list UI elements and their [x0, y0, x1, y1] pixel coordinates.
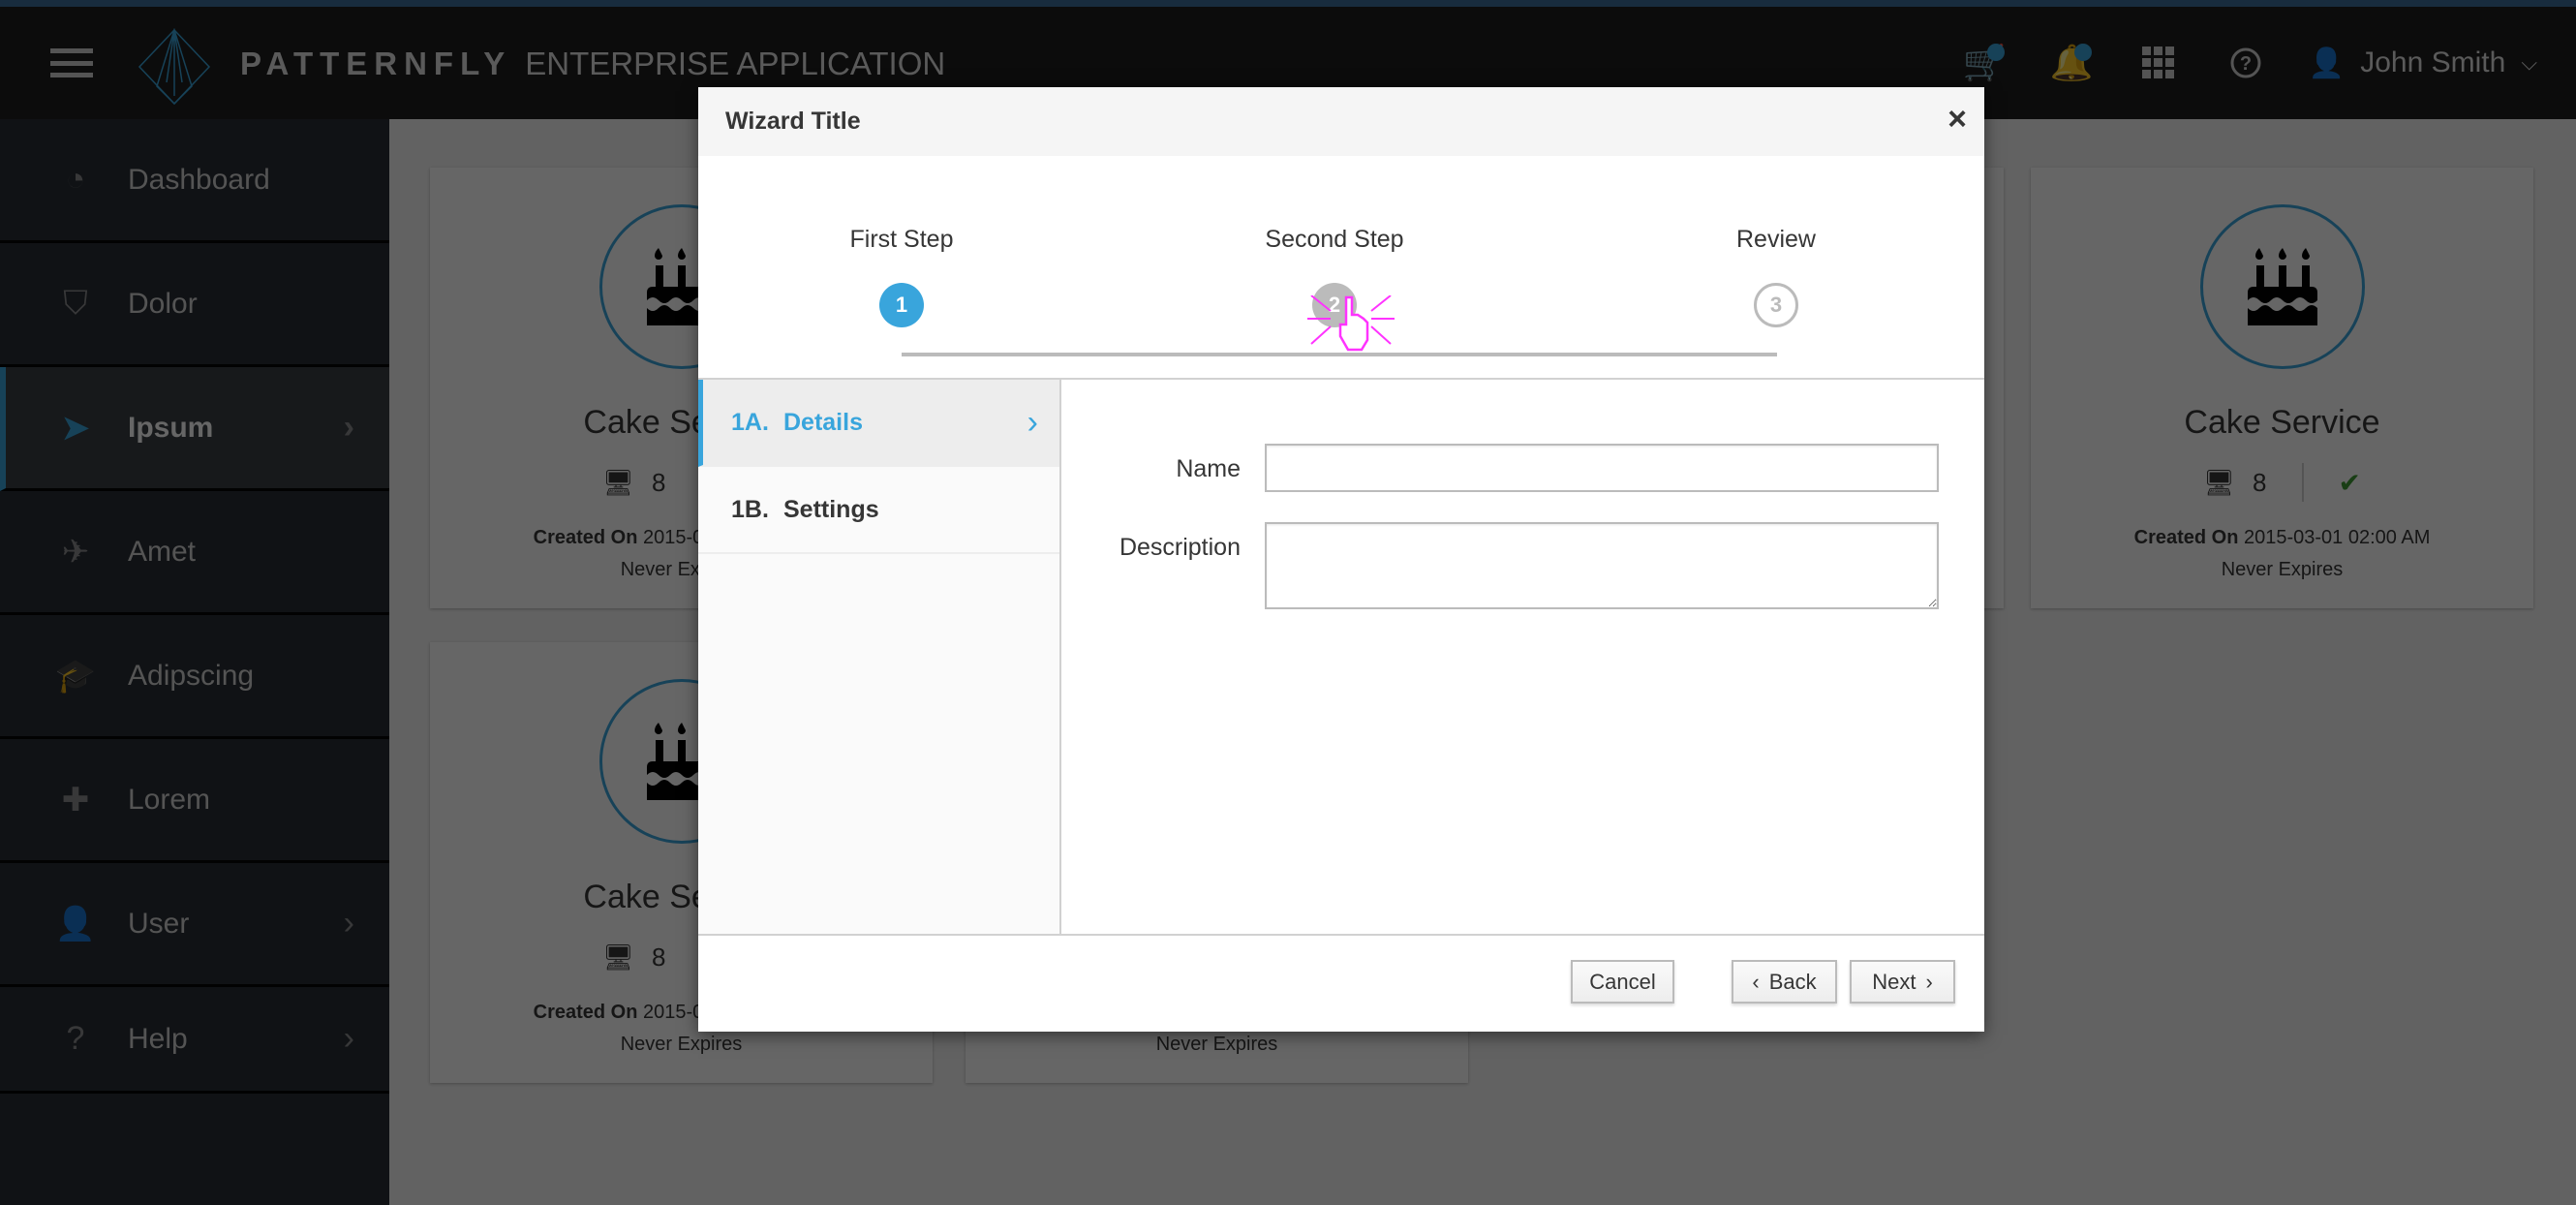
- grid-icon[interactable]: [2115, 34, 2202, 92]
- card-count: 8: [652, 942, 666, 972]
- paper-plane-icon: ✈: [61, 533, 90, 571]
- user-name: John Smith: [2360, 46, 2506, 78]
- sidebar-item-lorem[interactable]: ✚ Lorem: [0, 739, 389, 863]
- step-number[interactable]: 1: [879, 283, 924, 327]
- svg-text:?: ?: [2240, 53, 2252, 75]
- step-review[interactable]: Review 3: [1679, 226, 1873, 327]
- spaceship-icon: ➤: [61, 409, 90, 447]
- next-label: Next: [1872, 969, 1917, 994]
- chevron-right-icon: ›: [343, 409, 354, 446]
- wizard-body: 1A. Details › 1B. Settings Name Descript…: [698, 380, 1984, 934]
- sidebar-item-label: Help: [128, 1022, 188, 1055]
- cake-icon: [2199, 204, 2365, 369]
- monitor-icon: 🖥: [602, 467, 635, 497]
- substep-label: Details: [783, 408, 863, 436]
- details-form: Name Description: [1061, 380, 1984, 934]
- description-label: Description: [1119, 534, 1241, 561]
- monitor-icon: 🖥: [2203, 467, 2236, 497]
- chevron-down-icon: ⌵: [2521, 50, 2537, 75]
- wizard-header: Wizard Title ×: [698, 87, 1984, 156]
- expiry-text: Never Expires: [2221, 559, 2344, 580]
- close-icon[interactable]: ×: [1947, 101, 1967, 139]
- help-icon[interactable]: ?: [2202, 34, 2289, 92]
- sidebar-item-adipscing[interactable]: 🎓 Adipscing: [0, 615, 389, 739]
- created-label: Created On: [533, 1002, 638, 1023]
- sidebar-item-label: Dashboard: [128, 163, 270, 196]
- wizard-modal: Wizard Title × First Step 1 Second Step …: [698, 87, 1984, 1032]
- back-button[interactable]: ‹ Back: [1732, 960, 1837, 1004]
- name-label: Name: [1176, 455, 1241, 482]
- cancel-label: Cancel: [1589, 969, 1656, 994]
- chevron-right-icon: ›: [1925, 969, 1933, 994]
- sidebar-item-dolor[interactable]: ⛉ Dolor: [0, 243, 389, 367]
- card-title: Cake Service: [2184, 404, 2380, 441]
- substep-number: 1B.: [731, 495, 769, 523]
- monitor-icon: 🖥: [602, 942, 635, 972]
- brand-subtitle: ENTERPRISE APPLICATION: [525, 46, 946, 81]
- sidebar-item-dashboard[interactable]: ◔ Dashboard: [0, 119, 389, 243]
- substep-label: Settings: [783, 495, 879, 523]
- patternfly-logo: [138, 28, 211, 106]
- service-card[interactable]: Cake Service 🖥 8 ✔ Created On 2015-03-01 02:…: [2031, 168, 2533, 608]
- dashboard-icon: ◔: [65, 161, 86, 198]
- sidebar-item-user[interactable]: 👤 User ›: [0, 863, 389, 987]
- substep-details[interactable]: 1A. Details ›: [698, 380, 1059, 467]
- step-number[interactable]: 3: [1754, 283, 1798, 327]
- sidebar-item-label: Lorem: [128, 783, 211, 816]
- created-date: 2015-03-01 02:00 AM: [2244, 527, 2431, 548]
- wizard-footer: Cancel ‹ Back Next ›: [698, 934, 1984, 1032]
- created-label: Created On: [533, 527, 638, 548]
- wizard-title: Wizard Title: [725, 108, 861, 135]
- user-menu[interactable]: 👤 John Smith ⌵: [2289, 46, 2576, 80]
- notification-dot: [2073, 44, 2092, 61]
- brand-name: PATTERNFLY: [240, 46, 512, 81]
- created-label: Created On: [2133, 527, 2239, 548]
- check-icon: ✔: [2338, 467, 2361, 498]
- chevron-right-icon: ›: [343, 905, 354, 942]
- step-label: Review: [1736, 226, 1816, 253]
- card-count: 8: [652, 467, 666, 497]
- step-first[interactable]: First Step 1: [805, 226, 998, 327]
- substep-number: 1A.: [731, 408, 769, 436]
- name-input[interactable]: [1265, 444, 1939, 492]
- expiry-text: Never Expires: [1155, 1034, 1278, 1055]
- user-icon: 👤: [2308, 46, 2346, 79]
- chevron-right-icon: ›: [343, 1020, 354, 1057]
- wizard-substep-nav: 1A. Details › 1B. Settings: [698, 380, 1061, 934]
- shield-icon: ⛉: [63, 285, 88, 322]
- brand-title: PATTERNFLY ENTERPRISE APPLICATION: [240, 46, 945, 82]
- hamburger-menu-icon[interactable]: [50, 48, 93, 77]
- divider: [2301, 463, 2304, 502]
- user-icon: 👤: [54, 905, 97, 942]
- sidebar-item-amet[interactable]: ✈ Amet: [0, 491, 389, 615]
- bell-icon[interactable]: 🔔: [2028, 34, 2115, 92]
- cart-icon[interactable]: 🛒: [1941, 34, 2028, 92]
- back-label: Back: [1768, 969, 1817, 994]
- description-textarea[interactable]: [1265, 522, 1939, 609]
- top-accent-line: [0, 0, 2576, 7]
- sidebar-item-help[interactable]: ? Help ›: [0, 987, 389, 1094]
- next-button[interactable]: Next ›: [1850, 960, 1955, 1004]
- step-label: First Step: [849, 226, 954, 253]
- sidebar-item-ipsum[interactable]: ➤ Ipsum ›: [0, 367, 389, 491]
- sidebar-item-label: User: [128, 907, 190, 940]
- sidebar-item-label: Adipscing: [128, 659, 255, 692]
- expiry-text: Never Expires: [620, 1034, 743, 1055]
- step-label: Second Step: [1265, 226, 1404, 253]
- chevron-left-icon: ‹: [1752, 969, 1760, 994]
- sidebar-item-label: Ipsum: [128, 411, 214, 444]
- card-count: 8: [2253, 467, 2267, 497]
- chevron-right-icon: ›: [1027, 403, 1038, 441]
- cancel-button[interactable]: Cancel: [1571, 960, 1674, 1004]
- hand-cursor-icon: [1307, 295, 1395, 352]
- question-circle-icon: ?: [66, 1020, 85, 1057]
- gamepad-icon: ✚: [61, 781, 90, 819]
- substep-settings[interactable]: 1B. Settings: [698, 467, 1059, 554]
- sidebar-item-label: Amet: [128, 535, 197, 568]
- graduation-cap-icon: 🎓: [54, 657, 97, 695]
- notification-dot: [1986, 44, 2005, 61]
- sidebar-item-label: Dolor: [128, 287, 198, 320]
- sidebar-nav: ◔ Dashboard ⛉ Dolor ➤ Ipsum › ✈ Amet 🎓 Adipscing ✚ L…: [0, 119, 389, 1205]
